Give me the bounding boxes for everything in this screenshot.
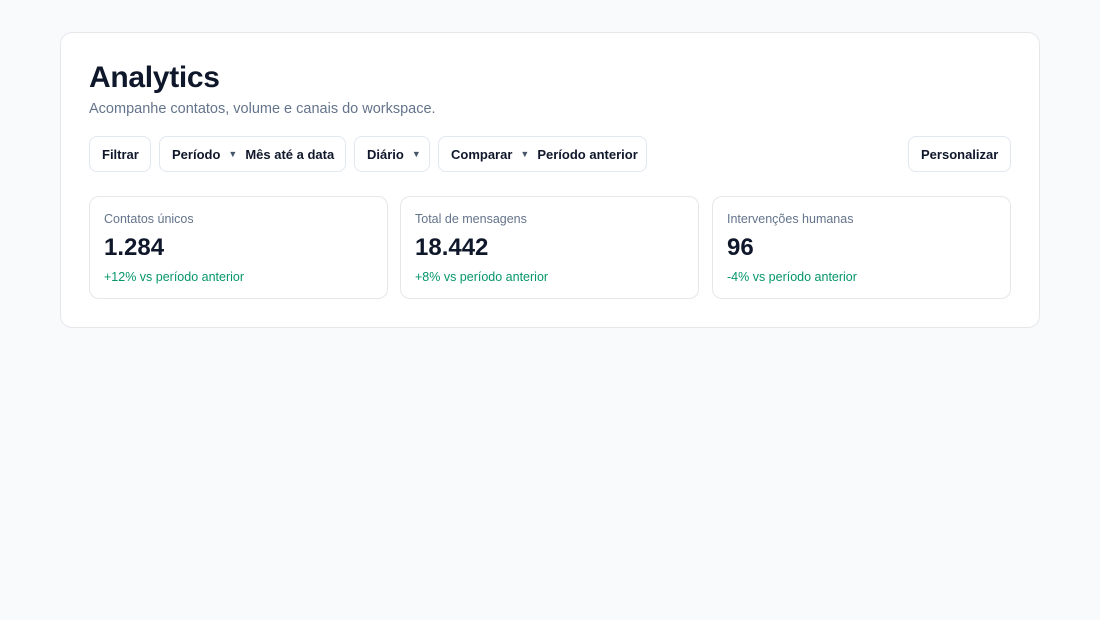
compare-dropdown[interactable]: Comparar ▼ Período anterior bbox=[438, 136, 647, 172]
caret-down-icon: ▼ bbox=[228, 149, 238, 159]
filter-toolbar: Filtrar Período ▼ Mês até a data Diário … bbox=[89, 136, 1011, 172]
metric-label: Total de mensagens bbox=[415, 212, 527, 226]
page-subtitle: Acompanhe contatos, volume e canais do w… bbox=[89, 101, 436, 117]
granularity-dropdown-value: Diário bbox=[367, 146, 404, 162]
metric-value: 18.442 bbox=[415, 234, 489, 261]
metric-label: Contatos únicos bbox=[104, 212, 194, 226]
compare-dropdown-label: Comparar bbox=[451, 146, 513, 162]
caret-down-icon: ▼ bbox=[411, 149, 421, 159]
period-dropdown-value: Mês até a data bbox=[245, 146, 335, 162]
compare-dropdown-value: Período anterior bbox=[537, 146, 638, 162]
metric-delta: +12% vs período anterior bbox=[104, 270, 245, 284]
period-dropdown[interactable]: Período ▼ Mês até a data bbox=[159, 136, 346, 172]
metric-card-unique-contacts: Contatos únicos 1.284 +12% vs período an… bbox=[89, 196, 388, 299]
granularity-dropdown[interactable]: Diário ▼ bbox=[354, 136, 430, 172]
customize-button[interactable]: Personalizar bbox=[908, 136, 1011, 172]
filter-button-label: Filtrar bbox=[102, 146, 139, 162]
caret-down-icon: ▼ bbox=[520, 149, 530, 159]
metric-card-human-interventions: Intervenções humanas 96 -4% vs período a… bbox=[712, 196, 1011, 299]
metric-value: 96 bbox=[727, 234, 754, 261]
filter-button[interactable]: Filtrar bbox=[89, 136, 151, 172]
metric-card-total-messages: Total de mensagens 18.442 +8% vs período… bbox=[400, 196, 699, 299]
customize-button-label: Personalizar bbox=[921, 146, 999, 162]
analytics-panel: Analytics Acompanhe contatos, volume e c… bbox=[60, 32, 1040, 328]
period-dropdown-label: Período bbox=[172, 146, 221, 162]
metric-value: 1.284 bbox=[104, 234, 165, 261]
metric-delta: +8% vs período anterior bbox=[415, 270, 549, 284]
page-title: Analytics bbox=[89, 61, 220, 94]
metric-label: Intervenções humanas bbox=[727, 212, 854, 226]
metric-delta: -4% vs período anterior bbox=[727, 270, 857, 284]
